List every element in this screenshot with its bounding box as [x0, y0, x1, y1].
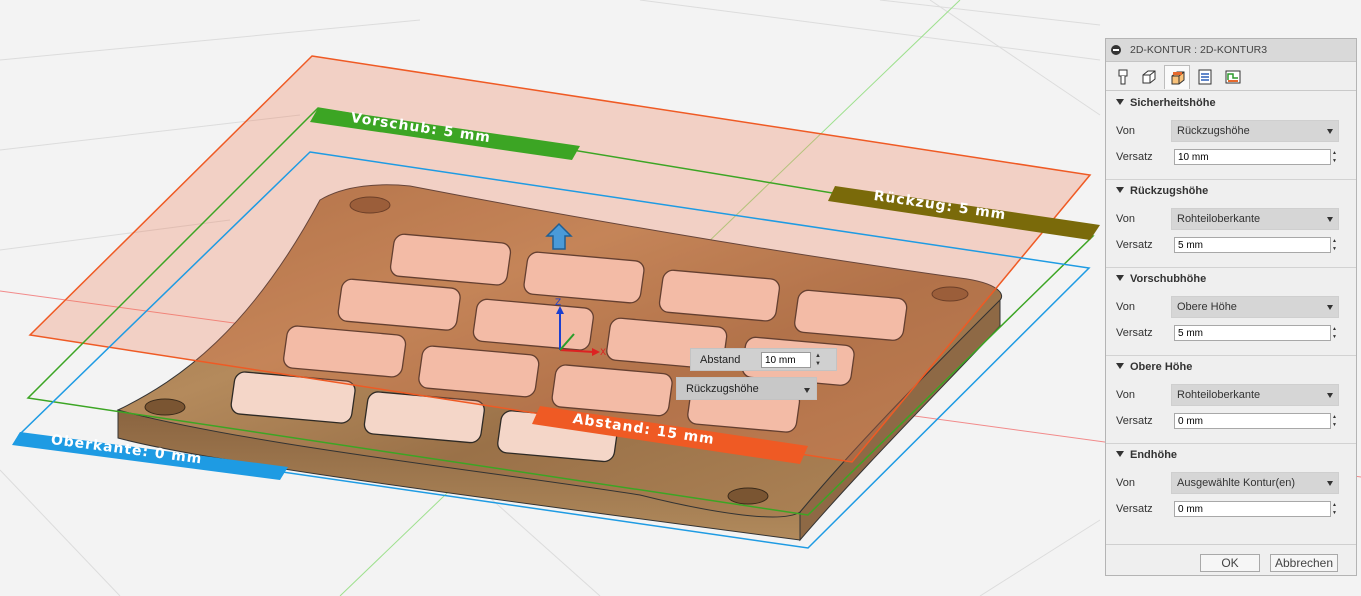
retract-offset-input[interactable] — [1174, 237, 1331, 253]
panel-titlebar: 2D-KONTUR : 2D-KONTUR3 — [1106, 39, 1356, 62]
linking-icon — [1225, 70, 1241, 84]
offset-label: Versatz — [1116, 327, 1153, 339]
section-top-height: Obere Höhe Von Rohteiloberkante Versatz … — [1106, 355, 1356, 444]
tab-tool[interactable] — [1110, 65, 1136, 89]
expand-triangle-icon — [1116, 187, 1124, 193]
cancel-button[interactable]: Abbrechen — [1270, 554, 1338, 572]
chevron-down-icon — [804, 388, 810, 393]
z-axis-label: Z — [555, 298, 563, 308]
select-value: Rückzugshöhe — [1177, 125, 1250, 137]
retract-from-select[interactable]: Rohteiloberkante — [1171, 208, 1339, 230]
expand-triangle-icon — [1116, 363, 1124, 369]
offset-label: Versatz — [1116, 151, 1153, 163]
clearance-offset-tooltip: Abstand ▲▼ — [690, 348, 837, 371]
panel-footer: OK Abbrechen — [1106, 544, 1356, 577]
expand-triangle-icon — [1116, 99, 1124, 105]
select-value: Rohteiloberkante — [1177, 213, 1261, 225]
clearance-from-tooltip-select[interactable]: Rückzugshöhe — [676, 377, 817, 400]
bottom-offset-input[interactable] — [1174, 501, 1331, 517]
clearance-from-tooltip-value: Rückzugshöhe — [686, 383, 759, 395]
chevron-down-icon — [1327, 481, 1333, 486]
select-value: Ausgewählte Kontur(en) — [1177, 477, 1296, 489]
passes-icon — [1198, 69, 1212, 85]
from-label: Von — [1116, 301, 1135, 313]
section-retract-height: Rückzugshöhe Von Rohteiloberkante Versat… — [1106, 179, 1356, 268]
select-value: Rohteiloberkante — [1177, 389, 1261, 401]
heights-icon — [1171, 71, 1185, 85]
tab-heights[interactable] — [1164, 65, 1190, 89]
from-label: Von — [1116, 213, 1135, 225]
chevron-down-icon — [1327, 129, 1333, 134]
section-clearance-height: Sicherheitshöhe Von Rückzugshöhe Versatz… — [1106, 91, 1356, 180]
chevron-down-icon — [1327, 305, 1333, 310]
clearance-offset-tooltip-label: Abstand — [700, 354, 741, 366]
clearance-offset-input[interactable] — [1174, 149, 1331, 165]
section-title: Rückzugshöhe — [1130, 185, 1209, 197]
tab-passes[interactable] — [1192, 65, 1218, 89]
select-value: Obere Höhe — [1177, 301, 1237, 313]
collapse-icon[interactable] — [1111, 45, 1121, 55]
feed-from-select[interactable]: Obere Höhe — [1171, 296, 1339, 318]
chevron-down-icon — [1327, 393, 1333, 398]
section-header[interactable]: Endhöhe — [1116, 449, 1177, 461]
clearance-from-select[interactable]: Rückzugshöhe — [1171, 120, 1339, 142]
from-label: Von — [1116, 125, 1135, 137]
section-header[interactable]: Sicherheitshöhe — [1116, 97, 1216, 109]
feed-offset-spinner[interactable]: ▲ ▼ — [1332, 325, 1340, 341]
expand-triangle-icon — [1116, 275, 1124, 281]
panel-title: 2D-KONTUR : 2D-KONTUR3 — [1130, 44, 1268, 56]
section-title: Vorschubhöhe — [1130, 273, 1207, 285]
section-feed-height: Vorschubhöhe Von Obere Höhe Versatz ▲▼ — [1106, 267, 1356, 356]
top-offset-input[interactable] — [1174, 413, 1331, 429]
from-label: Von — [1116, 477, 1135, 489]
offset-label: Versatz — [1116, 415, 1153, 427]
bottom-offset-spinner[interactable]: ▲ ▼ — [1332, 501, 1340, 517]
clearance-offset-tooltip-input[interactable] — [761, 352, 811, 368]
feed-offset-input[interactable] — [1174, 325, 1331, 341]
section-bottom-height: Endhöhe Von Ausgewählte Kontur(en) Versa… — [1106, 443, 1356, 531]
geometry-icon — [1142, 70, 1156, 84]
offset-label: Versatz — [1116, 503, 1153, 515]
x-axis-label: X — [600, 348, 608, 358]
from-label: Von — [1116, 389, 1135, 401]
section-header[interactable]: Rückzugshöhe — [1116, 185, 1208, 197]
section-header[interactable]: Vorschubhöhe — [1116, 273, 1206, 285]
tab-linking[interactable] — [1220, 65, 1246, 89]
section-title: Sicherheitshöhe — [1130, 97, 1216, 109]
chevron-down-icon — [1327, 217, 1333, 222]
panel-tabs — [1106, 62, 1356, 91]
top-offset-spinner[interactable]: ▲ ▼ — [1332, 413, 1340, 429]
tab-geometry[interactable] — [1136, 65, 1162, 89]
top-from-select[interactable]: Rohteiloberkante — [1171, 384, 1339, 406]
bottom-from-select[interactable]: Ausgewählte Kontur(en) — [1171, 472, 1339, 494]
retract-offset-spinner[interactable]: ▲ ▼ — [1332, 237, 1340, 253]
section-title: Endhöhe — [1130, 449, 1178, 461]
offset-label: Versatz — [1116, 239, 1153, 251]
section-title: Obere Höhe — [1130, 361, 1193, 373]
ok-button[interactable]: OK — [1200, 554, 1260, 572]
tool-icon — [1118, 69, 1128, 85]
clearance-offset-spinner[interactable]: ▲ ▼ — [1332, 149, 1340, 165]
clearance-offset-tooltip-spinner[interactable]: ▲ ▼ — [813, 352, 823, 368]
expand-triangle-icon — [1116, 451, 1124, 457]
2d-contour-panel: 2D-KONTUR : 2D-KONTUR3 Sicherheitshöhe V… — [1105, 38, 1357, 576]
section-header[interactable]: Obere Höhe — [1116, 361, 1192, 373]
